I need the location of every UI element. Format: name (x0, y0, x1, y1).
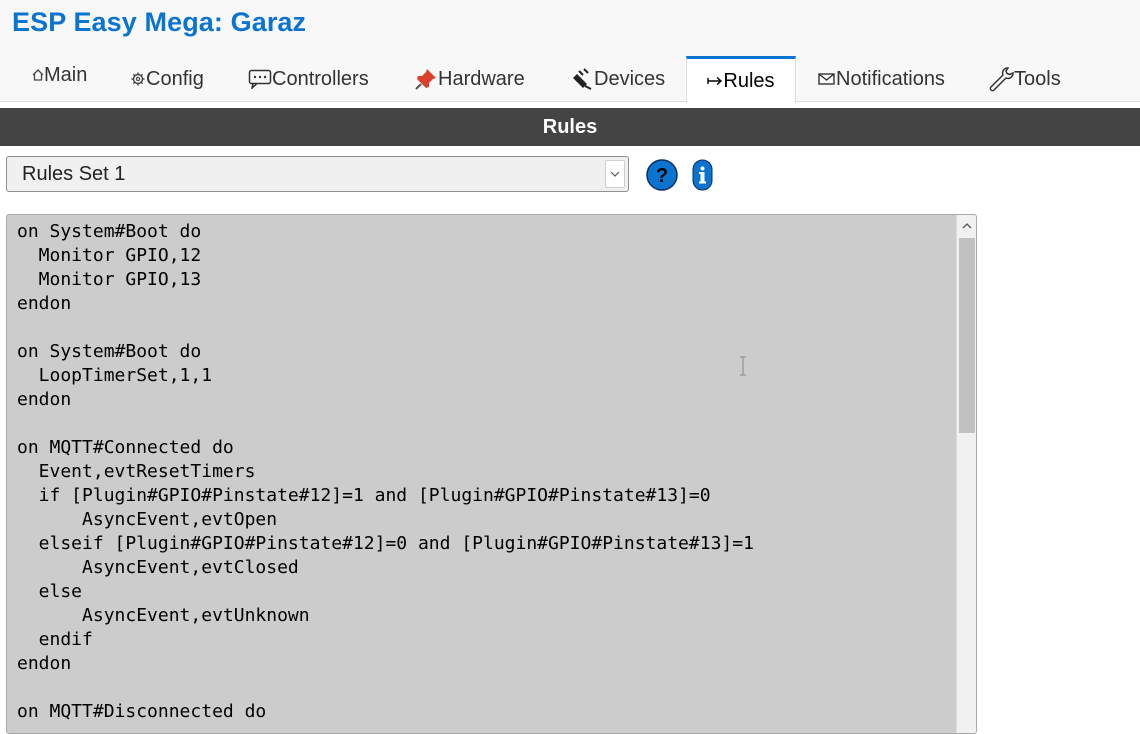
code-line: else (17, 581, 83, 602)
wrench-icon (988, 66, 1014, 92)
info-button[interactable] (692, 159, 713, 191)
help-button[interactable]: ? (646, 159, 678, 191)
tab-main[interactable]: Main (32, 52, 87, 98)
tab-hardware-label: Hardware (438, 67, 525, 90)
chevron-up-icon (962, 223, 971, 229)
select-arrow-button[interactable] (605, 160, 625, 188)
rules-set-select[interactable]: Rules Set 1 (6, 156, 629, 192)
tab-controllers-label: Controllers (272, 67, 369, 90)
tab-hardware[interactable]: Hardware (414, 56, 525, 102)
rules-code[interactable]: on System#Boot do Monitor GPIO,12 Monito… (17, 220, 754, 724)
tab-config[interactable]: Config (130, 56, 204, 102)
tab-rules[interactable]: Rules (686, 56, 796, 103)
code-line: on System#Boot do (17, 341, 202, 362)
code-line: endon (17, 293, 72, 314)
tab-tools[interactable]: Tools (988, 56, 1061, 102)
code-line: AsyncEvent,evtOpen (17, 509, 278, 530)
svg-text:?: ? (656, 165, 668, 187)
chevron-down-icon (610, 171, 620, 177)
tab-tools-label: Tools (1014, 67, 1061, 90)
code-line: if [Plugin#GPIO#Pinstate#12]=1 and [Plug… (17, 485, 711, 506)
tab-controllers[interactable]: Controllers (248, 56, 369, 102)
code-line: elseif [Plugin#GPIO#Pinstate#12]=0 and [… (17, 533, 754, 554)
section-header: Rules (0, 108, 1140, 146)
text-cursor-icon (738, 356, 748, 376)
code-line: endon (17, 389, 72, 410)
code-line: AsyncEvent,evtUnknown (17, 605, 310, 626)
code-line: AsyncEvent,evtClosed (17, 557, 299, 578)
pushpin-icon (414, 67, 438, 91)
section-title: Rules (542, 115, 598, 138)
arrow-icon (707, 76, 723, 86)
gear-icon (130, 71, 146, 87)
code-line: Monitor GPIO,12 (17, 245, 202, 266)
code-line: on MQTT#Connected do (17, 437, 234, 458)
tab-devices-label: Devices (594, 67, 666, 90)
main-nav-tabs: Main Config Controllers Hardware Devices (0, 56, 1140, 103)
speech-bubble-icon (248, 69, 272, 89)
rules-set-select-value: Rules Set 1 (22, 162, 126, 185)
tab-notifications[interactable]: Notifications (818, 56, 945, 102)
envelope-icon (818, 72, 836, 86)
scroll-up-button[interactable] (957, 215, 976, 237)
tab-devices[interactable]: Devices (570, 56, 665, 102)
code-line: Monitor GPIO,13 (17, 269, 202, 290)
code-line: on MQTT#Disconnected do (17, 701, 267, 722)
tab-config-label: Config (146, 67, 204, 90)
plug-icon (570, 67, 594, 91)
code-line: Event,evtResetTimers (17, 461, 256, 482)
tab-notifications-label: Notifications (836, 67, 945, 90)
code-line: LoopTimerSet,1,1 (17, 365, 213, 386)
header: ESP Easy Mega: Garaz Main Config Control… (0, 0, 1140, 103)
code-line: endon (17, 653, 72, 674)
question-mark-icon: ? (646, 159, 678, 191)
scrollbar-thumb[interactable] (959, 238, 975, 433)
rules-editor[interactable]: on System#Boot do Monitor GPIO,12 Monito… (6, 214, 977, 734)
home-icon (32, 68, 44, 82)
app-title: ESP Easy Mega: Garaz (12, 7, 307, 37)
tab-main-label: Main (44, 63, 88, 86)
editor-scrollbar[interactable] (956, 215, 976, 733)
info-icon (692, 159, 713, 191)
code-line: on System#Boot do (17, 221, 202, 242)
code-line: endif (17, 629, 93, 650)
tab-rules-label: Rules (723, 69, 775, 92)
